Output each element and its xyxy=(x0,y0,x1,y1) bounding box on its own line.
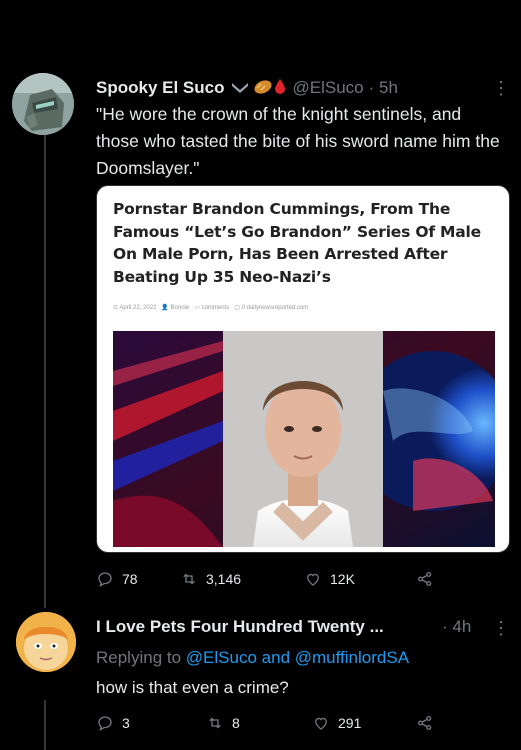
share-button[interactable] xyxy=(416,570,434,588)
link-card[interactable]: Pornstar Brandon Cummings, From The Famo… xyxy=(96,185,510,553)
and-text: and xyxy=(261,648,291,667)
retweet-icon xyxy=(183,573,195,585)
reply-icon xyxy=(98,716,112,732)
blood-drop-emoji-icon xyxy=(274,78,286,99)
tweet-text: how is that even a crime? xyxy=(96,678,289,697)
retweet-count: 3,146 xyxy=(206,571,242,587)
tweet-header: I Love Pets Four Hundred Twenty ... · 4h xyxy=(96,617,511,639)
like-button[interactable]: 12K xyxy=(304,570,355,588)
mention-link[interactable]: @muffinlordSA xyxy=(295,648,409,667)
bread-emoji-icon xyxy=(253,78,273,99)
like-icon xyxy=(307,573,319,586)
card-title: Pornstar Brandon Cummings, From The Famo… xyxy=(113,200,481,286)
retweet-button[interactable]: 3,146 xyxy=(180,570,241,588)
tweet-header: Spooky El Suco @ElSuco · 5h xyxy=(96,77,511,99)
retweet-icon xyxy=(209,717,221,729)
avatar[interactable] xyxy=(16,612,76,672)
reply-icon xyxy=(98,572,112,588)
replying-prefix: Replying to xyxy=(96,648,182,667)
reply-button[interactable]: 78 xyxy=(96,570,138,588)
share-icon xyxy=(417,571,432,587)
avatar-doom-helmet-image xyxy=(12,73,74,135)
thread-connector-line-2 xyxy=(44,700,46,750)
like-icon xyxy=(315,717,327,730)
verified-chevron-icon xyxy=(230,78,250,98)
avatar-cartoon-face-image xyxy=(16,612,76,672)
mention-link[interactable]: @ElSuco xyxy=(186,648,257,667)
retweet-button[interactable]: 8 xyxy=(206,714,240,732)
more-icon[interactable]: ⋮ xyxy=(492,618,510,639)
like-count: 12K xyxy=(330,571,355,587)
avatar[interactable] xyxy=(12,73,74,135)
share-icon xyxy=(417,715,432,731)
card-date: April 22, 2022 xyxy=(119,305,157,311)
like-button[interactable]: 291 xyxy=(312,714,361,732)
card-comments: comments xyxy=(201,305,230,311)
retweet-count: 8 xyxy=(232,715,240,731)
reply-count: 78 xyxy=(122,571,138,587)
tweet-text: "He wore the crown of the knight sentine… xyxy=(96,104,500,178)
reply-count: 3 xyxy=(122,715,130,731)
card-source: dailynewsreported.com xyxy=(246,305,309,311)
tweet-actions: 78 3,146 12K xyxy=(96,568,506,590)
share-button[interactable] xyxy=(416,714,434,732)
tweet-actions: 3 8 291 xyxy=(96,712,506,734)
timestamp[interactable]: · 4h xyxy=(442,617,471,637)
display-name[interactable]: Spooky El Suco xyxy=(96,78,224,98)
more-icon[interactable]: ⋮ xyxy=(492,78,510,99)
replying-to: Replying to @ElSuco and @muffinlordSA xyxy=(96,648,409,668)
card-author: Bonnie xyxy=(170,305,190,311)
card-meta: ⊙ April 22, 2022 👤 Bonnie ▭ comments ▢ 0… xyxy=(113,305,309,311)
handle[interactable]: @ElSuco xyxy=(292,78,363,98)
reply-button[interactable]: 3 xyxy=(96,714,130,732)
timestamp[interactable]: · 5h xyxy=(369,78,398,98)
like-count: 291 xyxy=(338,715,362,731)
thread-connector-line xyxy=(44,128,46,608)
card-image xyxy=(113,331,509,547)
display-name[interactable]: I Love Pets Four Hundred Twenty ... xyxy=(96,617,384,636)
